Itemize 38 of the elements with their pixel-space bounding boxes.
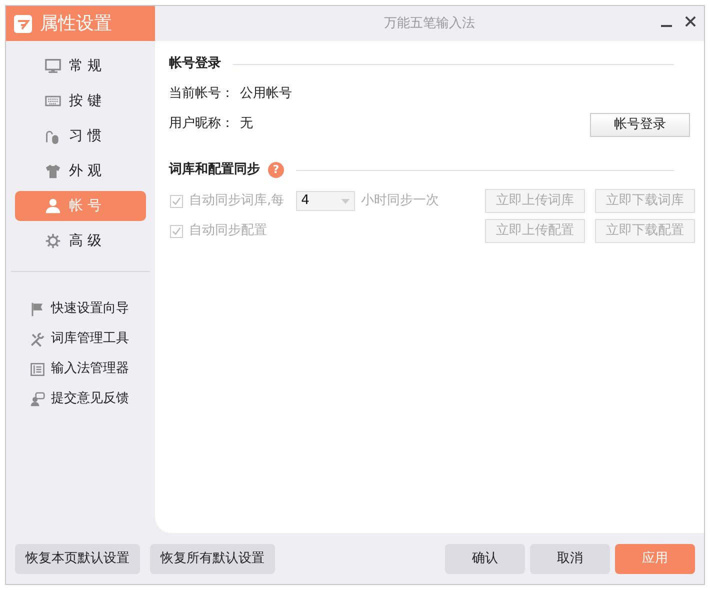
field-value: 无 (240, 115, 253, 134)
tool-link[interactable]: 词库管理工具 (6, 324, 155, 354)
shirt-icon (45, 163, 61, 179)
close-icon[interactable] (685, 16, 696, 26)
field-label: 当前帐号： (169, 85, 234, 104)
field-label: 用户昵称： (169, 115, 234, 134)
footer-button[interactable]: 确认 (445, 544, 525, 574)
login-button[interactable]: 帐号登录 (590, 113, 690, 137)
section-heading: 帐号登录 (169, 55, 221, 74)
footer-button[interactable]: 取消 (530, 544, 610, 574)
interval-suffix: 小时同步一次 (361, 192, 440, 210)
tool-link[interactable]: 快速设置向导 (6, 294, 155, 324)
nav-item[interactable]: 高 级 (15, 226, 146, 256)
logo-icon (14, 14, 32, 32)
nav-item[interactable]: 按 键 (15, 86, 146, 116)
list-icon (30, 362, 45, 376)
settings-icon (45, 233, 61, 249)
keyboard-icon (45, 93, 61, 109)
nav-item[interactable]: 常 规 (15, 51, 146, 81)
mouse-icon (45, 128, 61, 144)
tool-link[interactable]: 输入法管理器 (6, 354, 155, 384)
dropdown-arrow-icon (341, 198, 350, 204)
checkbox-label: 自动同步配置 (189, 222, 267, 240)
footer-button[interactable]: 恢复所有默认设置 (150, 544, 275, 574)
user-icon (45, 198, 61, 214)
nav-item[interactable]: 习 惯 (15, 121, 146, 151)
tool-link[interactable]: 提交意见反馈 (6, 384, 155, 414)
tools-icon (30, 332, 45, 346)
monitor-icon (45, 58, 61, 74)
window-title: 万能五笔输入法 (384, 14, 475, 33)
field-value: 公用帐号 (240, 85, 292, 104)
checkbox-label: 自动同步词库,每 (189, 192, 284, 210)
footer-button[interactable]: 恢复本页默认设置 (15, 544, 140, 574)
flag-icon (30, 302, 45, 316)
section-heading: 词库和配置同步 (169, 160, 260, 180)
nav-item[interactable]: 外 观 (15, 156, 146, 186)
person-chat-icon (30, 392, 45, 406)
app-title: 属性设置 (40, 12, 112, 36)
